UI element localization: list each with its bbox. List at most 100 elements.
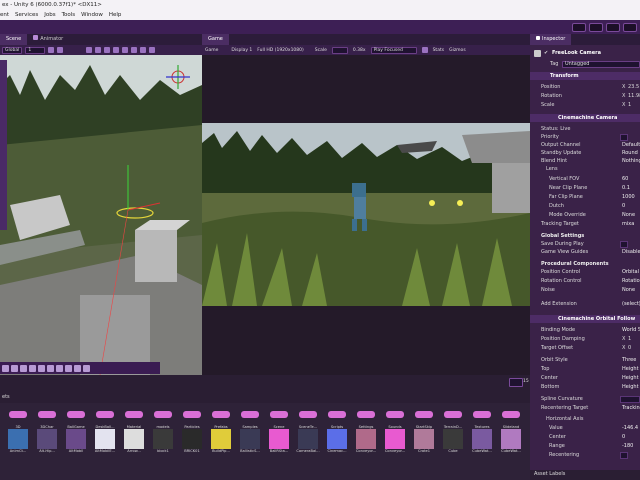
audio-icon[interactable] <box>113 47 120 53</box>
center-orbit-field[interactable]: Height <box>622 374 639 382</box>
cinemachine-camera-header[interactable]: Cinemachine Camera <box>530 114 640 122</box>
camera-icon[interactable] <box>83 364 90 372</box>
output-channel-dropdown[interactable]: Default <box>622 141 640 149</box>
folder-item[interactable]: Textures <box>468 405 496 431</box>
asset-item[interactable]: Cube <box>439 429 467 455</box>
mute-audio-icon[interactable] <box>421 47 428 53</box>
asset-item[interactable]: AltMobil <box>62 429 90 455</box>
asset-item[interactable]: BallisticS... <box>236 429 264 455</box>
stats-button[interactable]: Stats <box>433 48 445 53</box>
camera-settings-icon[interactable] <box>140 47 147 53</box>
asset-item[interactable]: CubeWat... <box>468 429 496 455</box>
lens-foldout[interactable]: Lens <box>530 165 640 173</box>
mode-override-dropdown[interactable]: None <box>622 211 635 219</box>
game-viewport[interactable] <box>202 123 530 306</box>
vfov-field[interactable]: 60 <box>622 175 628 183</box>
tracking-target-field[interactable]: mixa <box>622 220 634 228</box>
object-name-field[interactable]: FreeLook Camera <box>552 48 601 58</box>
grid-icon[interactable] <box>48 47 55 53</box>
transform-tool-icon[interactable] <box>38 364 45 372</box>
folder-item[interactable]: TerrainD... <box>439 405 467 431</box>
draw-mode-icon[interactable] <box>86 47 93 53</box>
target-offset-field[interactable]: 0 <box>628 344 631 352</box>
scene-tools-overlay[interactable] <box>0 60 7 230</box>
folder-item[interactable]: BallGame <box>62 405 90 431</box>
menu-item-services[interactable]: Services <box>15 12 38 18</box>
tab-animator[interactable]: Animator <box>27 34 69 45</box>
tag-dropdown[interactable]: Untagged <box>562 61 640 68</box>
tab-scene[interactable]: Scene <box>0 34 28 45</box>
folder-item[interactable]: 3D <box>4 405 32 431</box>
asset-item[interactable]: Arrow... <box>120 429 148 455</box>
folder-item[interactable]: Scene <box>265 405 293 431</box>
asset-item[interactable]: Crate1 <box>410 429 438 455</box>
play-mode-button[interactable] <box>509 378 523 387</box>
gizmos-button[interactable]: Gizmos <box>449 48 466 53</box>
breadcrumb-label[interactable]: ets <box>2 394 10 400</box>
effects-icon[interactable] <box>122 47 129 53</box>
transform-header[interactable]: Transform <box>530 72 640 80</box>
folder-item[interactable]: DeskBall... <box>91 405 119 431</box>
scene-viewport[interactable] <box>0 55 202 375</box>
rotation-x-field[interactable]: 11.98 <box>628 92 640 100</box>
scale-x-field[interactable]: 1 <box>628 101 631 109</box>
spline-curvature-slider[interactable] <box>620 395 640 403</box>
search-icon[interactable] <box>47 364 54 372</box>
snap-icon[interactable] <box>57 47 64 53</box>
recentering-target-dropdown[interactable]: Tracking <box>622 404 640 412</box>
menu-item-help[interactable]: Help <box>109 12 122 18</box>
active-checkbox[interactable]: ✔ <box>544 48 548 58</box>
folder-item[interactable]: 3DChar <box>33 405 61 431</box>
tab-game[interactable]: Game <box>202 34 229 45</box>
asset-item[interactable]: BuildPip... <box>207 429 235 455</box>
axis-range-field[interactable]: -180 <box>622 442 633 450</box>
asset-item[interactable]: BallRSta... <box>265 429 293 455</box>
asset-item[interactable]: CameraBal... <box>294 429 322 455</box>
asset-item[interactable]: AnimCt... <box>4 429 32 455</box>
folder-item[interactable]: Material <box>120 405 148 431</box>
asset-labels-bar[interactable]: Asset Labels <box>530 470 640 480</box>
recentering-checkbox[interactable] <box>620 451 628 459</box>
rotation-control-dropdown[interactable]: Rotation <box>622 277 640 285</box>
far-clip-field[interactable]: 1000 <box>622 193 635 201</box>
asset-item[interactable]: CubeWat... <box>497 429 525 455</box>
folder-item[interactable]: Scripts <box>323 405 351 431</box>
rect-tool-icon[interactable] <box>29 364 36 372</box>
menu-item-window[interactable]: Window <box>81 12 103 18</box>
grid-snap-icon[interactable] <box>65 364 72 372</box>
binding-mode-dropdown[interactable]: World S <box>622 326 640 334</box>
lighting-icon[interactable] <box>104 47 111 53</box>
hidden-objects-icon[interactable] <box>131 47 138 53</box>
position-control-dropdown[interactable]: Orbital <box>622 268 639 276</box>
resolution-dropdown[interactable]: Full HD (1920x1080) <box>257 48 303 53</box>
orbit-style-dropdown[interactable]: Three <box>622 356 636 364</box>
tab-inspector[interactable]: Inspector <box>530 34 572 45</box>
save-during-play-checkbox[interactable] <box>620 240 628 248</box>
gizmos-icon[interactable] <box>149 47 156 53</box>
priority-checkbox[interactable] <box>620 133 628 141</box>
folder-item[interactable]: Slideland <box>497 405 525 431</box>
add-extension-dropdown[interactable]: (select) <box>622 300 640 308</box>
asset-item[interactable]: BRICK01 <box>178 429 206 455</box>
axis-center-field[interactable]: 0 <box>622 433 625 441</box>
standby-dropdown[interactable]: Round <box>622 149 638 157</box>
collab-button[interactable] <box>572 22 586 32</box>
axis-value-field[interactable]: -146.4 <box>622 424 638 432</box>
snap-increment-field[interactable]: 1 <box>25 46 46 54</box>
near-clip-field[interactable]: 0.1 <box>622 184 630 192</box>
pivot-icon[interactable] <box>56 364 63 372</box>
refresh-icon[interactable] <box>74 364 81 372</box>
folder-item[interactable]: SceneTe... <box>294 405 322 431</box>
folder-item[interactable]: Particles <box>178 405 206 431</box>
asset-item[interactable]: AltMobilE... <box>91 429 119 455</box>
asset-item[interactable]: Cinemac... <box>323 429 351 455</box>
blend-hint-dropdown[interactable]: Nothing <box>622 157 640 165</box>
display-dropdown[interactable]: Display 1 <box>231 48 252 53</box>
horizontal-axis-foldout[interactable]: Horizontal Axis <box>530 415 640 423</box>
scale-slider[interactable] <box>331 46 348 54</box>
layout-dropdown[interactable] <box>623 22 637 32</box>
layers-dropdown[interactable] <box>606 22 620 32</box>
cloud-button[interactable] <box>589 22 603 32</box>
2d-toggle-icon[interactable] <box>95 47 102 53</box>
dutch-field[interactable]: 0 <box>622 202 625 210</box>
